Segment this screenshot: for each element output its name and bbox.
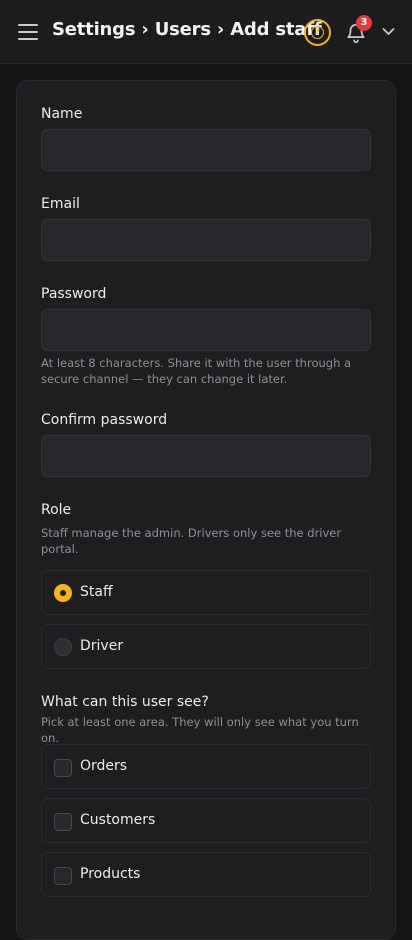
password-input[interactable]	[41, 309, 371, 351]
top-bar: Settings › Users › Add staff ? 3	[0, 0, 412, 64]
checkbox-customers[interactable]	[54, 813, 72, 831]
checkbox-orders[interactable]	[54, 759, 72, 777]
breadcrumb-title: Settings › Users › Add staff	[52, 19, 322, 40]
email-label: Email	[41, 196, 80, 212]
areas-hint: Pick at least one area. They will only s…	[41, 715, 359, 745]
area-option-label: Customers	[80, 812, 156, 828]
name-input[interactable]	[41, 129, 371, 171]
password-label: Password	[41, 286, 107, 302]
email-input[interactable]	[41, 219, 371, 261]
role-option-label: Staff	[80, 584, 113, 600]
area-option-orders[interactable]: Orders	[41, 744, 371, 789]
help-icon: ?	[311, 26, 324, 39]
radio-driver[interactable]	[54, 638, 72, 656]
role-hint: Staff manage the admin. Drivers only see…	[41, 526, 342, 556]
confirm-password-label: Confirm password	[41, 412, 168, 428]
role-option-staff[interactable]: Staff	[41, 570, 371, 615]
help-button[interactable]: ?	[304, 19, 331, 46]
confirm-password-input[interactable]	[41, 435, 371, 477]
notification-badge: 3	[356, 15, 372, 31]
area-option-label: Orders	[80, 758, 128, 774]
name-label: Name	[41, 106, 83, 122]
chevron-down-icon[interactable]	[382, 27, 395, 36]
area-option-customers[interactable]: Customers	[41, 798, 371, 843]
role-label: Role	[41, 502, 72, 518]
password-hint: At least 8 characters. Share it with the…	[41, 356, 352, 386]
areas-label: What can this user see?	[41, 694, 209, 710]
menu-icon[interactable]	[18, 24, 38, 40]
checkbox-products[interactable]	[54, 867, 72, 885]
role-option-label: Driver	[80, 638, 124, 654]
area-option-products[interactable]: Products	[41, 852, 371, 897]
radio-staff[interactable]	[54, 584, 72, 602]
role-option-driver[interactable]: Driver	[41, 624, 371, 669]
area-option-label: Products	[80, 866, 141, 882]
